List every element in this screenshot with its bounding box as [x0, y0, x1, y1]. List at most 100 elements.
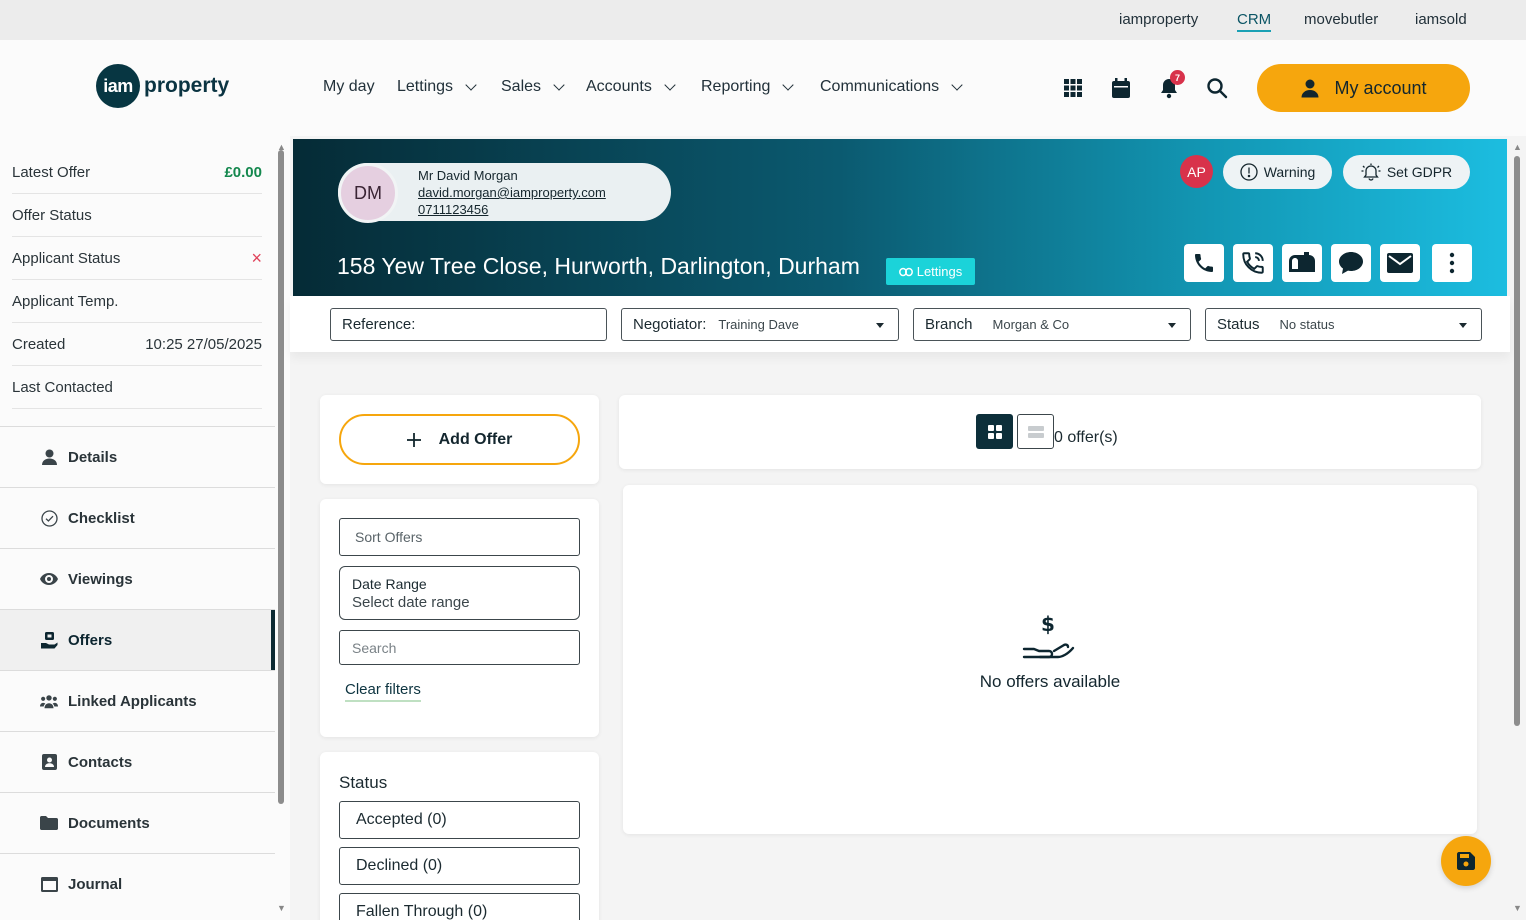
status-option-declined[interactable]: Declined (0) — [339, 847, 580, 885]
date-range-picker[interactable]: Date Range Select date range — [339, 566, 580, 620]
user-avatar[interactable]: AP — [1180, 155, 1213, 188]
nav-sales-label: Sales — [501, 78, 542, 95]
svg-text:$: $ — [1041, 612, 1055, 636]
chevron-down-icon — [465, 79, 477, 91]
reference-label: Reference: — [342, 316, 416, 333]
sidebar-scrollbar[interactable] — [278, 150, 284, 804]
sidebar-item-label: Documents — [68, 814, 150, 832]
status-option-fallen-through[interactable]: Fallen Through (0) — [339, 893, 580, 920]
nav-my-day-label: My day — [323, 78, 375, 95]
offers-toolbar: 0 offer(s) — [619, 395, 1481, 469]
logo[interactable]: iam property — [96, 64, 229, 108]
nav-accounts[interactable]: Accounts — [586, 78, 676, 96]
list-icon — [1027, 425, 1044, 438]
more-vertical-icon — [1449, 252, 1455, 274]
sidebar-item-linked-applicants[interactable]: Linked Applicants — [0, 670, 275, 731]
email-button[interactable] — [1380, 244, 1420, 282]
summary-label: Applicant Temp. — [12, 292, 119, 310]
contact-phone-link[interactable]: 0711123456 — [418, 202, 488, 217]
user-icon — [1301, 79, 1319, 98]
phone-ringing-icon — [1242, 252, 1264, 274]
contact-email-link[interactable]: david.morgan@iamproperty.com — [418, 185, 606, 200]
add-offer-label: Add Offer — [438, 430, 513, 448]
search-icon[interactable] — [1205, 76, 1229, 100]
chevron-down-icon — [664, 79, 676, 91]
sidebar-item-details[interactable]: Details — [0, 426, 275, 487]
offer-hand-icon: $ — [1020, 611, 1080, 665]
summary-offer-status: Offer Status — [12, 194, 262, 237]
my-account-label: My account — [1334, 77, 1427, 98]
date-range-label: Date Range — [352, 576, 427, 592]
page-scrollbar[interactable] — [1514, 156, 1520, 726]
scroll-up-arrow-icon[interactable]: ▲ — [1513, 142, 1522, 152]
dropdown-caret-icon — [1168, 323, 1176, 328]
dropdown-caret-icon — [1459, 323, 1467, 328]
chevron-down-icon — [951, 79, 963, 91]
nav-lettings-label: Lettings — [397, 78, 454, 95]
lettings-tag[interactable]: Lettings — [886, 258, 975, 285]
nav-sales[interactable]: Sales — [501, 78, 565, 96]
add-offer-card: Add Offer — [320, 395, 599, 484]
scroll-down-arrow-icon[interactable]: ▼ — [1513, 903, 1522, 913]
brand-link-movebutler[interactable]: movebutler — [1304, 11, 1378, 28]
branch-label: Branch — [925, 316, 973, 333]
warning-label: Warning — [1263, 164, 1316, 180]
sidebar-item-contacts[interactable]: Contacts — [0, 731, 275, 792]
call-button[interactable] — [1184, 244, 1224, 282]
status-select[interactable]: Status No status — [1205, 308, 1482, 341]
set-gdpr-button[interactable]: Set GDPR — [1343, 155, 1470, 189]
call-log-button[interactable] — [1233, 244, 1273, 282]
nav-reporting-label: Reporting — [701, 78, 771, 95]
nav-reporting[interactable]: Reporting — [701, 78, 795, 96]
link-icon — [898, 267, 913, 276]
warning-icon — [1240, 163, 1258, 181]
clear-filters-link[interactable]: Clear filters — [345, 681, 421, 702]
check-circle-icon — [40, 509, 58, 527]
sidebar-item-checklist[interactable]: Checklist — [0, 487, 275, 548]
brand-link-crm[interactable]: CRM — [1237, 11, 1272, 32]
status-option-accepted[interactable]: Accepted (0) — [339, 801, 580, 839]
nav-my-day[interactable]: My day — [323, 78, 375, 96]
nav-communications[interactable]: Communications — [820, 78, 963, 96]
warning-button[interactable]: Warning — [1223, 155, 1332, 189]
more-options-button[interactable] — [1432, 244, 1472, 282]
sort-offers-select[interactable]: Sort Offers — [339, 518, 580, 556]
calendar-icon[interactable] — [1109, 76, 1133, 100]
scroll-up-arrow-icon[interactable]: ▲ — [277, 142, 286, 152]
chat-bubble-icon — [1339, 252, 1363, 274]
brand-link-iamsold[interactable]: iamsold — [1415, 11, 1467, 28]
grid-view-button[interactable] — [976, 414, 1013, 449]
nav-communications-label: Communications — [820, 78, 940, 95]
list-view-button[interactable] — [1017, 414, 1054, 449]
left-sidebar: Latest Offer £0.00 Offer Status Applican… — [0, 136, 290, 920]
applicant-header: DM Mr David Morgan david.morgan@iamprope… — [293, 139, 1507, 296]
scroll-down-arrow-icon[interactable]: ▼ — [277, 903, 286, 913]
sms-button[interactable] — [1331, 244, 1371, 282]
summary-last-contacted: Last Contacted — [12, 366, 262, 409]
branch-select[interactable]: Branch Morgan & Co — [913, 308, 1191, 341]
lettings-tag-label: Lettings — [916, 264, 963, 279]
sidebar-item-offers[interactable]: Offers — [0, 609, 275, 671]
add-offer-button[interactable]: Add Offer — [339, 414, 580, 465]
negotiator-select[interactable]: Negotiator: Training Dave — [621, 308, 899, 341]
apps-grid-icon[interactable] — [1061, 76, 1085, 100]
summary-created: Created 10:25 27/05/2025 — [12, 323, 262, 366]
sidebar-item-label: Journal — [68, 875, 123, 893]
save-button[interactable] — [1441, 836, 1491, 886]
users-icon — [40, 692, 58, 710]
sidebar-item-journal[interactable]: Journal — [0, 853, 275, 914]
reference-field[interactable]: Reference: — [330, 308, 607, 341]
mailbox-button[interactable] — [1282, 244, 1322, 282]
nav-lettings[interactable]: Lettings — [397, 78, 477, 96]
grid-icon — [987, 424, 1002, 439]
close-icon: × — [251, 247, 262, 268]
search-placeholder: Search — [352, 640, 397, 656]
sidebar-item-documents[interactable]: Documents — [0, 792, 275, 853]
brand-link-iamproperty[interactable]: iamproperty — [1119, 11, 1198, 28]
offers-list-card: $ No offers available — [623, 485, 1477, 834]
brand-bar: iamproperty CRM movebutler iamsold — [0, 0, 1526, 40]
sidebar-item-viewings[interactable]: Viewings — [0, 548, 275, 609]
sidebar-item-label: Checklist — [68, 509, 135, 527]
search-input[interactable]: Search — [339, 630, 580, 665]
my-account-button[interactable]: My account — [1257, 64, 1470, 112]
